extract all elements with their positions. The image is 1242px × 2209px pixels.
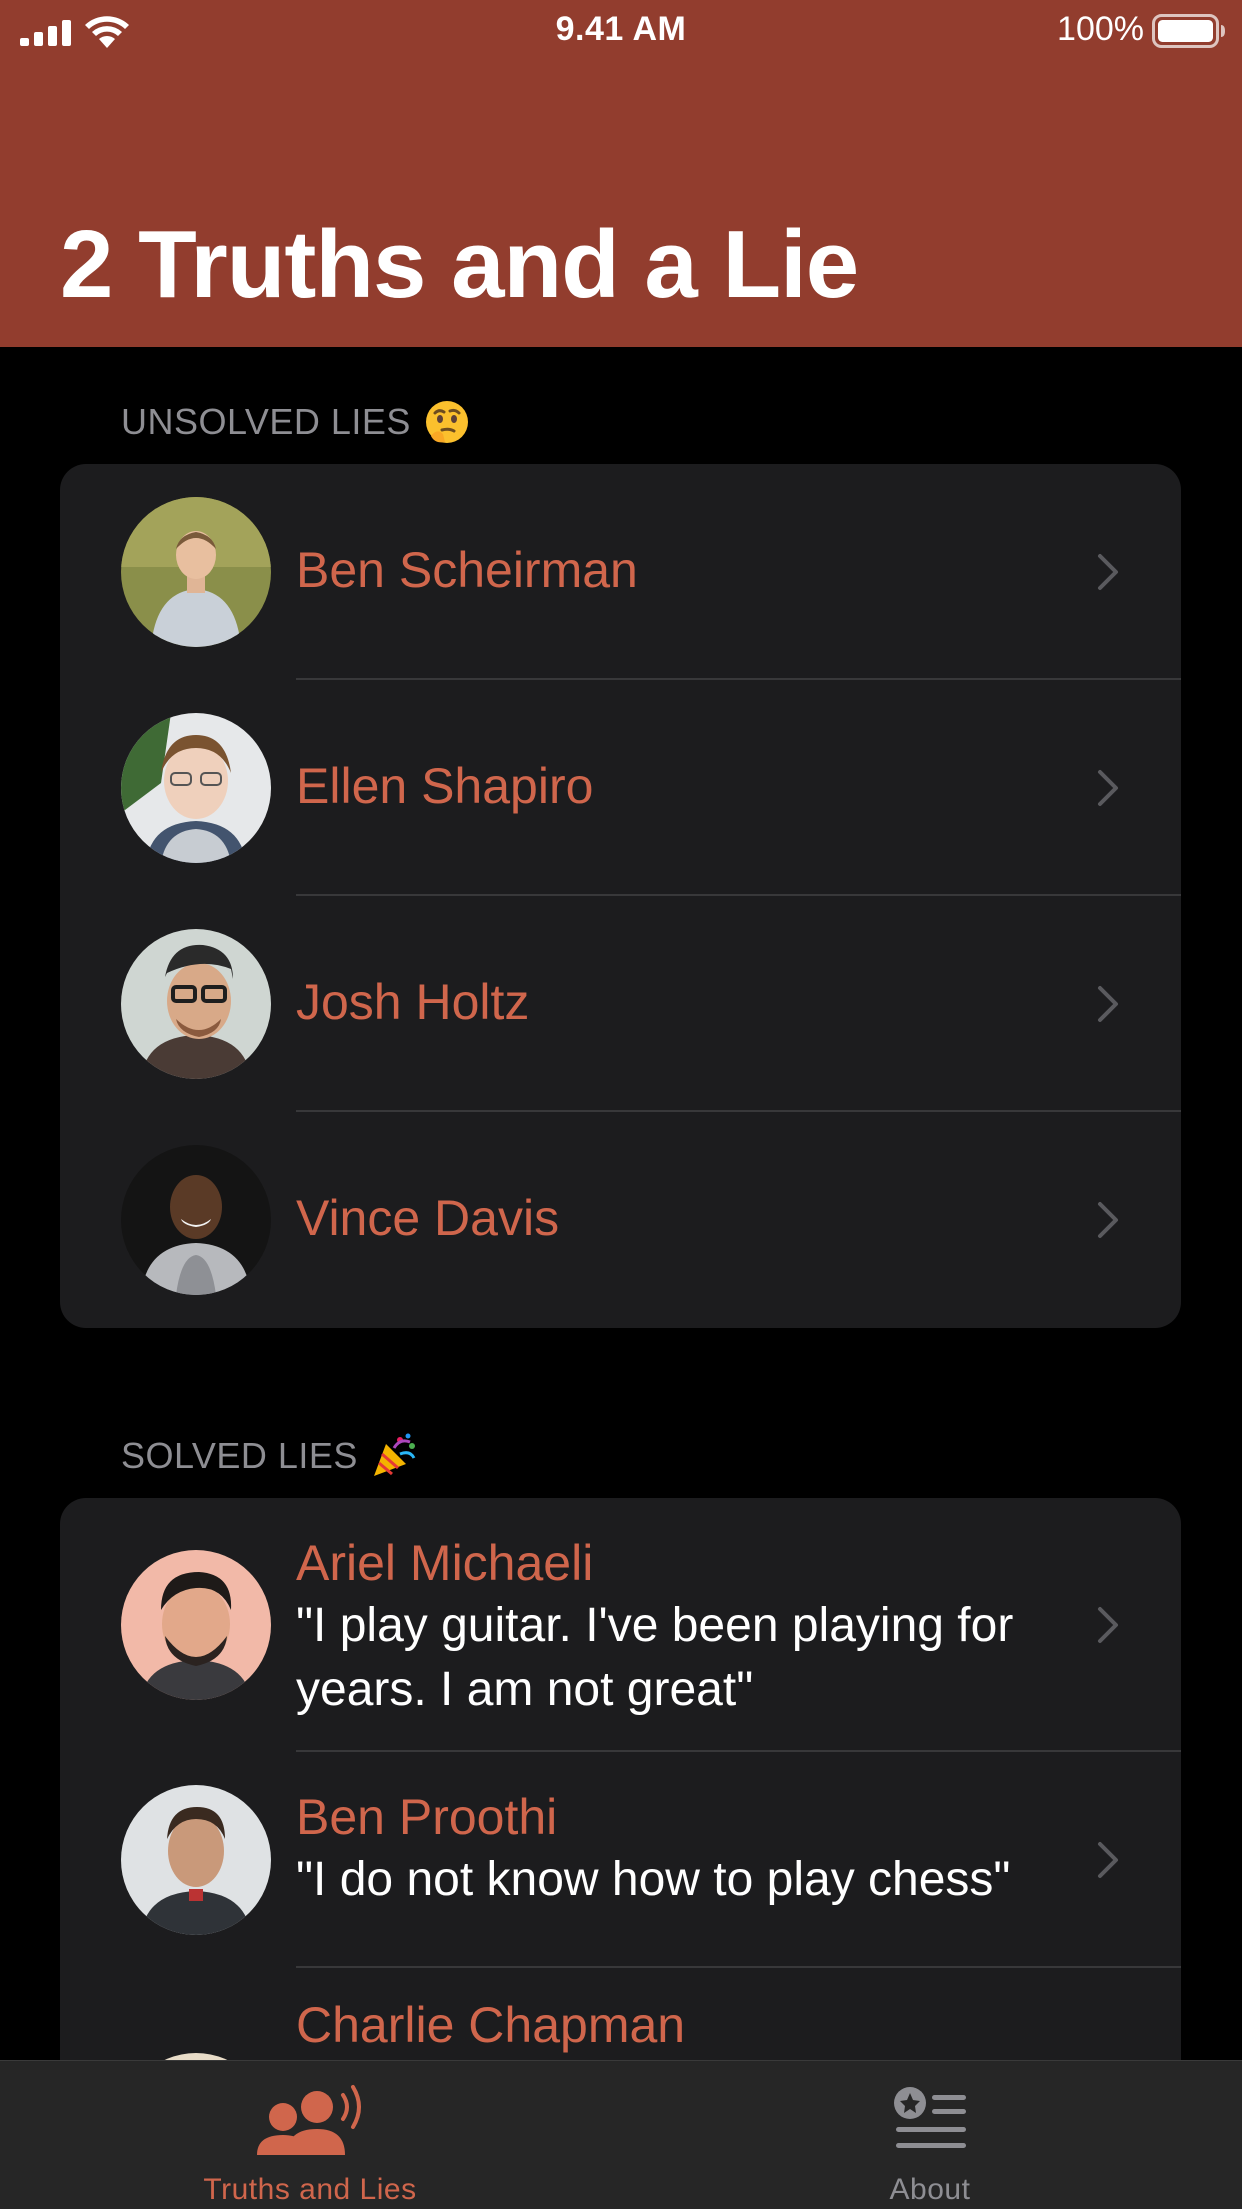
unsolved-section-header: UNSOLVED LIES	[121, 398, 471, 446]
unsolved-list: Ben Scheirman Ellen Shapiro Josh Holtz V…	[60, 464, 1181, 1328]
star-list-icon	[894, 2087, 966, 2148]
contact-name: Ariel Michaeli	[296, 1535, 594, 1591]
page-title: 2 Truths and a Lie	[60, 211, 859, 318]
solved-list: Ariel Michaeli "I play guitar. I've been…	[60, 1498, 1181, 2098]
list-item-ellen-shapiro[interactable]: Ellen Shapiro	[60, 680, 1181, 896]
avatar	[121, 497, 271, 647]
contact-name: Ben Proothi	[296, 1789, 558, 1845]
navigation-header: 9.41 AM 100% 2 Truths and a Lie	[0, 0, 1242, 347]
tab-label: About	[889, 2173, 971, 2206]
list-item-vince-davis[interactable]: Vince Davis	[60, 1112, 1181, 1328]
thinking-face-icon	[425, 401, 468, 443]
list-item-ben-scheirman[interactable]: Ben Scheirman	[60, 464, 1181, 680]
status-time: 9.41 AM	[555, 10, 687, 48]
battery-percentage: 100%	[1057, 10, 1144, 48]
contact-name: Ben Scheirman	[296, 542, 638, 598]
unsolved-section-title: UNSOLVED LIES	[121, 401, 411, 442]
people-speaking-icon	[257, 2085, 361, 2155]
tab-about[interactable]: About	[780, 2061, 1080, 2209]
battery-icon	[1152, 14, 1225, 48]
contact-name: Josh Holtz	[296, 974, 530, 1030]
lie-quote: "I do not know how to play chess"	[296, 1853, 1011, 1906]
chevron-right-icon	[1098, 986, 1118, 1022]
chevron-right-icon	[1098, 770, 1118, 806]
status-bar: 9.41 AM 100%	[0, 0, 1242, 62]
chevron-right-icon	[1098, 1607, 1118, 1643]
list-item-josh-holtz[interactable]: Josh Holtz	[60, 896, 1181, 1112]
lie-quote: "I play guitar. I've been playing for ye…	[296, 1599, 1014, 1716]
avatar	[121, 713, 271, 863]
solved-section-header: SOLVED LIES	[121, 1432, 418, 1480]
party-popper-icon	[373, 1433, 416, 1476]
contact-name: Vince Davis	[296, 1190, 560, 1246]
chevron-right-icon	[1098, 1842, 1118, 1878]
contact-name: Charlie Chapman	[296, 1997, 686, 2053]
avatar	[121, 1550, 271, 1700]
chevron-right-icon	[1098, 1202, 1118, 1238]
avatar	[121, 1145, 271, 1295]
list-item-ben-proothi[interactable]: Ben Proothi "I do not know how to play c…	[60, 1752, 1181, 1968]
tab-truths-and-lies[interactable]: Truths and Lies	[160, 2061, 460, 2209]
tab-label: Truths and Lies	[203, 2173, 417, 2206]
avatar	[121, 1785, 271, 1935]
contact-name: Ellen Shapiro	[296, 758, 594, 814]
list-item-ariel-michaeli[interactable]: Ariel Michaeli "I play guitar. I've been…	[60, 1498, 1181, 1752]
tab-bar: Truths and Lies About	[0, 2060, 1242, 2209]
avatar	[121, 929, 271, 1079]
chevron-right-icon	[1098, 554, 1118, 590]
solved-section-title: SOLVED LIES	[121, 1435, 358, 1476]
